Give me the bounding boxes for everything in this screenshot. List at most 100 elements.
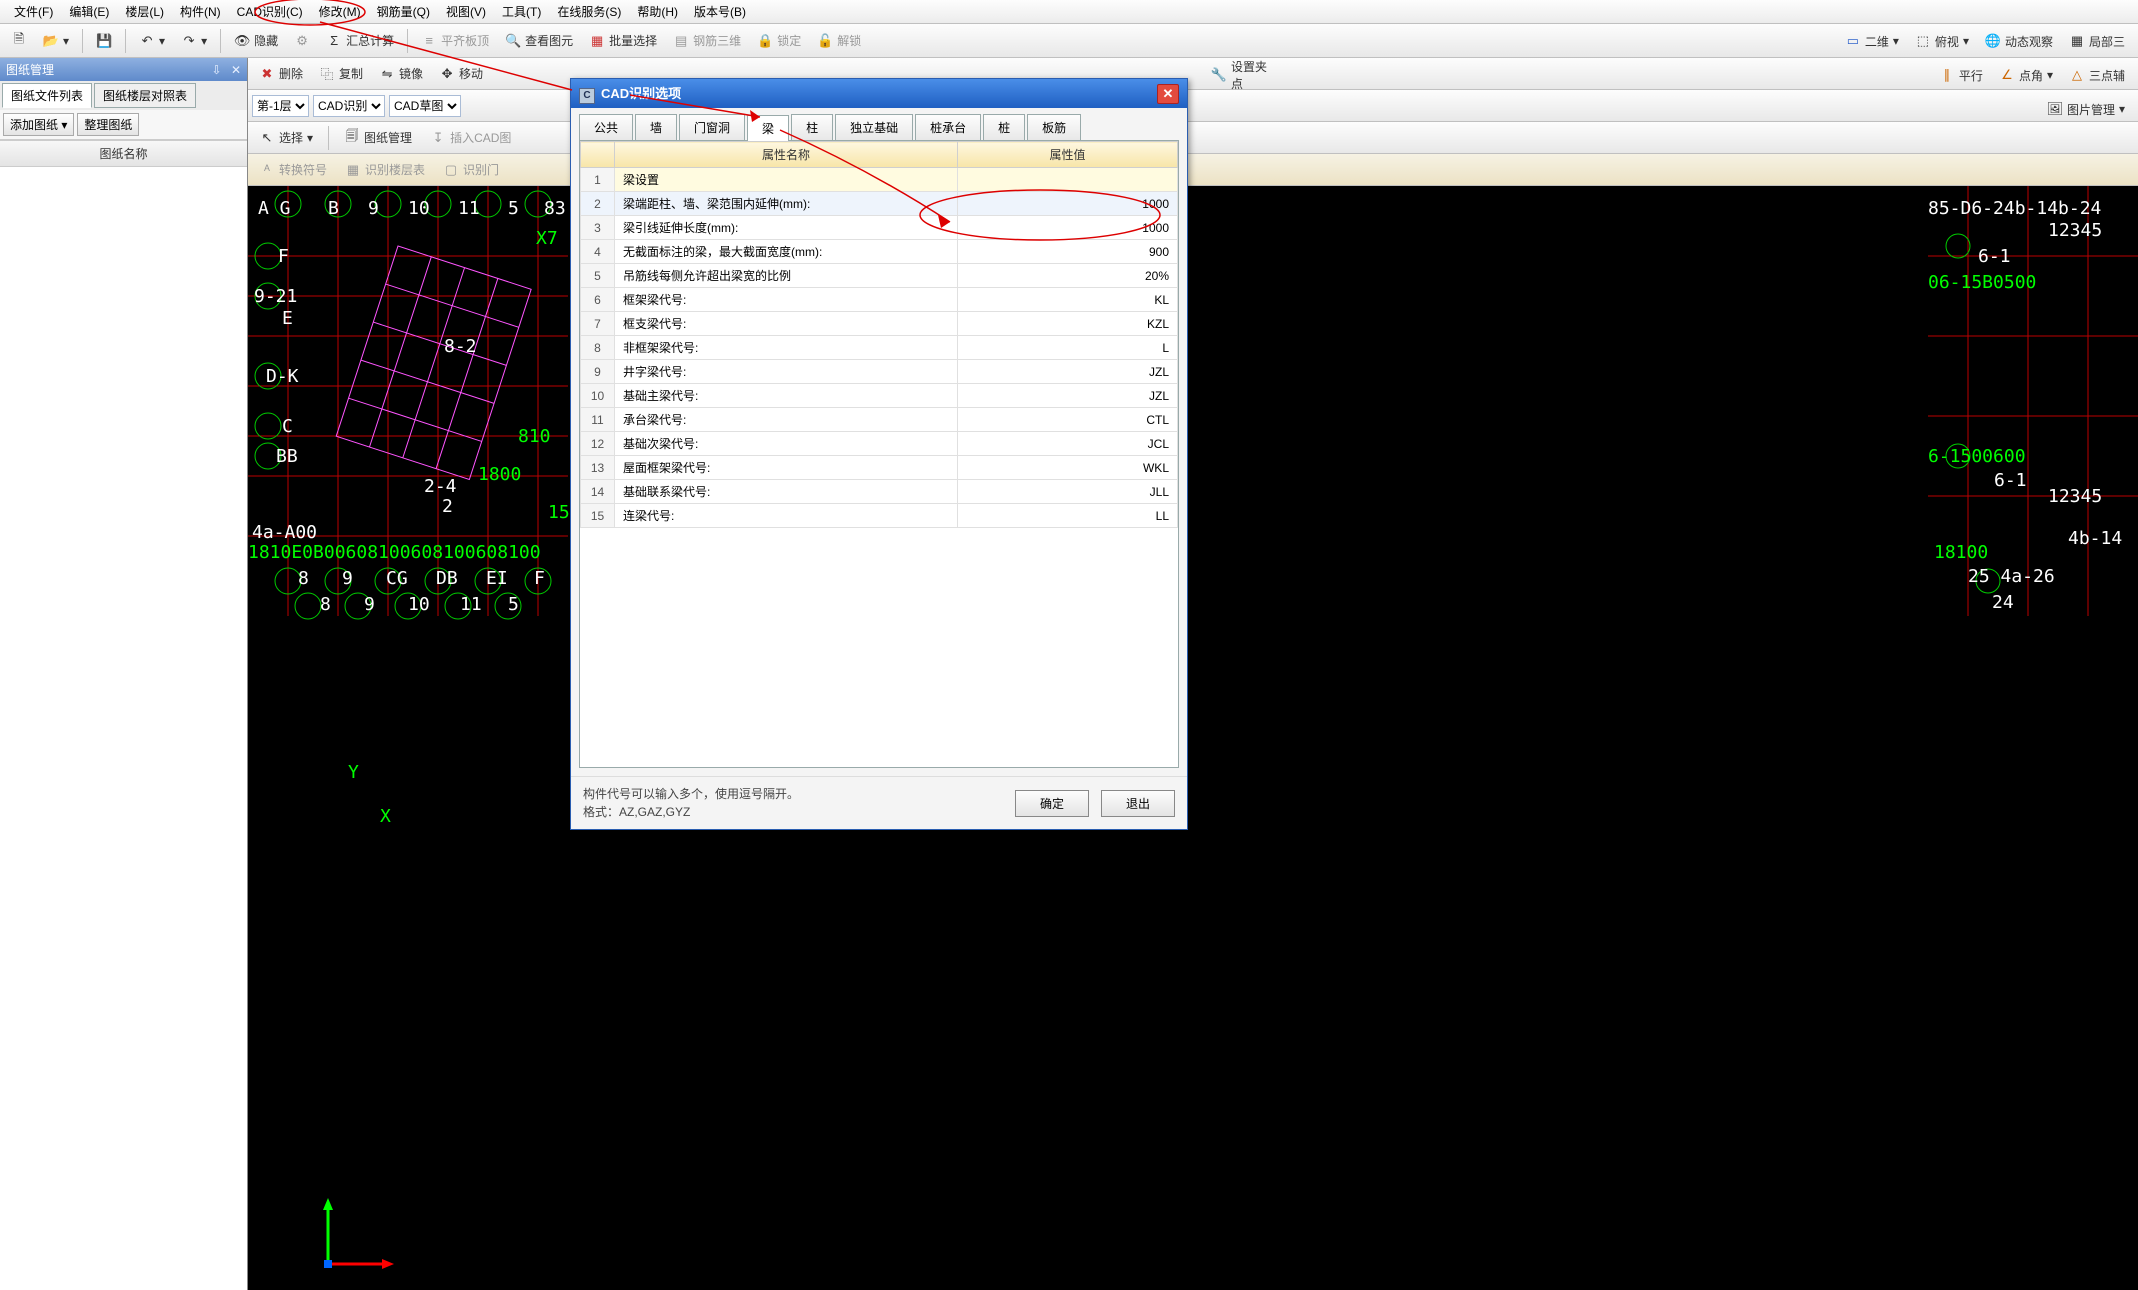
prop-value[interactable]: LL (958, 504, 1178, 528)
menu-item[interactable]: 编辑(E) (61, 1, 117, 22)
dialog-tab[interactable]: 桩 (983, 114, 1025, 140)
cad-label: 11 (458, 198, 480, 219)
table-row[interactable]: 2梁端距柱、墙、梁范围内延伸(mm):1000 (581, 192, 1178, 216)
parallel-button[interactable]: ∥平行 (1932, 63, 1990, 88)
dialog-tab[interactable]: 梁 (747, 115, 789, 141)
prop-value[interactable]: L (958, 336, 1178, 360)
dialog-title-bar[interactable]: CCAD识别选项 ✕ (571, 79, 1187, 108)
tab-floor-map[interactable]: 图纸楼层对照表 (94, 83, 196, 108)
open-button[interactable]: 📂▾ (36, 29, 76, 53)
menu-item[interactable]: 在线服务(S) (549, 1, 629, 22)
three-pt-button[interactable]: △三点辅 (2062, 63, 2132, 88)
corner-button[interactable]: ∠点角▾ (1992, 63, 2060, 88)
paper-mgr-button[interactable]: 🗐图纸管理 (337, 125, 419, 150)
menu-item[interactable]: 钢筋量(Q) (369, 1, 438, 22)
menu-item[interactable]: 视图(V) (438, 1, 494, 22)
prop-value[interactable] (958, 168, 1178, 192)
delete-button[interactable]: ✖删除 (252, 61, 310, 86)
table-row[interactable]: 11承台梁代号:CTL (581, 408, 1178, 432)
batch-select-button[interactable]: ▦批量选择 (582, 28, 664, 53)
table-row[interactable]: 1梁设置 (581, 168, 1178, 192)
menu-item[interactable]: CAD识别(C) (229, 1, 311, 22)
table-row[interactable]: 15连梁代号:LL (581, 504, 1178, 528)
table-row[interactable]: 12基础次梁代号:JCL (581, 432, 1178, 456)
table-row[interactable]: 10基础主梁代号:JZL (581, 384, 1178, 408)
prop-name: 无截面标注的梁，最大截面宽度(mm): (615, 240, 958, 264)
prop-value[interactable]: JZL (958, 384, 1178, 408)
tab-file-list[interactable]: 图纸文件列表 (2, 83, 92, 108)
prop-value[interactable]: JZL (958, 360, 1178, 384)
menu-item[interactable]: 修改(M) (311, 1, 369, 22)
search-icon: 🔍 (505, 33, 521, 49)
undo-button[interactable]: ↶▾ (132, 29, 172, 53)
menu-item[interactable]: 楼层(L) (117, 1, 172, 22)
table-row[interactable]: 14基础联系梁代号:JLL (581, 480, 1178, 504)
select-button[interactable]: ↖选择▾ (252, 125, 320, 150)
sort-paper-button[interactable]: 整理图纸 (77, 113, 139, 136)
move-button[interactable]: ✥移动 (432, 61, 490, 86)
table-row[interactable]: 5吊筋线每侧允许超出梁宽的比例20% (581, 264, 1178, 288)
box-icon: ▦ (2069, 33, 2085, 49)
prop-value[interactable]: CTL (958, 408, 1178, 432)
set-grip-button[interactable]: 🔧设置夹点 (1204, 54, 1278, 96)
add-paper-button[interactable]: 添加图纸 ▾ (3, 113, 74, 136)
menu-item[interactable]: 版本号(B) (686, 1, 754, 22)
prop-value[interactable]: 1000 (958, 192, 1178, 216)
pin-icon[interactable]: ⇩ (212, 63, 222, 77)
view-2d-button[interactable]: ▭二维▾ (1838, 29, 1906, 54)
calc-button[interactable]: Σ汇总计算 (319, 28, 401, 53)
save-button[interactable]: 💾 (89, 29, 119, 53)
find-button[interactable]: 🔍查看图元 (498, 28, 580, 53)
prop-value[interactable]: KL (958, 288, 1178, 312)
prop-value[interactable]: KZL (958, 312, 1178, 336)
mirror-button[interactable]: ⇋镜像 (372, 61, 430, 86)
local-3d-button[interactable]: ▦局部三 (2062, 29, 2132, 54)
table-row[interactable]: 8非框架梁代号:L (581, 336, 1178, 360)
hide-button[interactable]: 👁隐藏 (227, 28, 285, 53)
dialog-tab[interactable]: 柱 (791, 114, 833, 140)
dialog-tab[interactable]: 墙 (635, 114, 677, 140)
dynamic-view-button[interactable]: 🌐动态观察 (1978, 29, 2060, 54)
menu-item[interactable]: 构件(N) (172, 1, 229, 22)
cad-label: 24 (1992, 592, 2014, 613)
cad-label: 4a-A00 (252, 522, 317, 543)
table-row[interactable]: 4无截面标注的梁，最大截面宽度(mm):900 (581, 240, 1178, 264)
copy-button[interactable]: ⿻复制 (312, 61, 370, 86)
dialog-tab[interactable]: 门窗洞 (679, 114, 745, 140)
dialog-body: 属性名称 属性值 1梁设置2梁端距柱、墙、梁范围内延伸(mm):10003梁引线… (579, 140, 1179, 768)
redo-button[interactable]: ↷▾ (174, 29, 214, 53)
prop-value[interactable]: 1000 (958, 216, 1178, 240)
layer-select[interactable]: CAD草图 (389, 95, 461, 117)
menu-item[interactable]: 文件(F) (6, 1, 61, 22)
cad-label: DB (436, 568, 458, 589)
cancel-button[interactable]: 退出 (1101, 790, 1175, 817)
cad-canvas[interactable]: 85-D6-24b-14b-24123456-106-15B05006-1500… (248, 186, 2138, 1290)
pic-mgr-button[interactable]: 🖼图片管理▾ (2040, 97, 2132, 122)
new-button[interactable]: 🗎 (4, 29, 34, 53)
cad-label: X7 (536, 228, 558, 249)
ok-button[interactable]: 确定 (1015, 790, 1089, 817)
menu-item[interactable]: 帮助(H) (629, 1, 686, 22)
close-icon[interactable]: ✕ (231, 63, 241, 77)
prop-name: 基础次梁代号: (615, 432, 958, 456)
table-row[interactable]: 9井字梁代号:JZL (581, 360, 1178, 384)
prop-value[interactable]: 20% (958, 264, 1178, 288)
dialog-tab[interactable]: 公共 (579, 114, 633, 140)
close-button[interactable]: ✕ (1157, 84, 1179, 104)
prop-value[interactable]: JLL (958, 480, 1178, 504)
dialog-tab[interactable]: 桩承台 (915, 114, 981, 140)
top-view-button[interactable]: ⬚俯视▾ (1908, 29, 1976, 54)
table-row[interactable]: 6框架梁代号:KL (581, 288, 1178, 312)
floor-select[interactable]: 第-1层 (252, 95, 309, 117)
table-row[interactable]: 13屋面框架梁代号:WKL (581, 456, 1178, 480)
dialog-tab[interactable]: 独立基础 (835, 114, 913, 140)
table-row[interactable]: 7框支梁代号:KZL (581, 312, 1178, 336)
menu-item[interactable]: 工具(T) (494, 1, 549, 22)
row-index: 9 (581, 360, 615, 384)
prop-value[interactable]: JCL (958, 432, 1178, 456)
table-row[interactable]: 3梁引线延伸长度(mm):1000 (581, 216, 1178, 240)
dialog-tab[interactable]: 板筋 (1027, 114, 1081, 140)
cad-mode-select[interactable]: CAD识别 (313, 95, 385, 117)
prop-value[interactable]: 900 (958, 240, 1178, 264)
prop-value[interactable]: WKL (958, 456, 1178, 480)
